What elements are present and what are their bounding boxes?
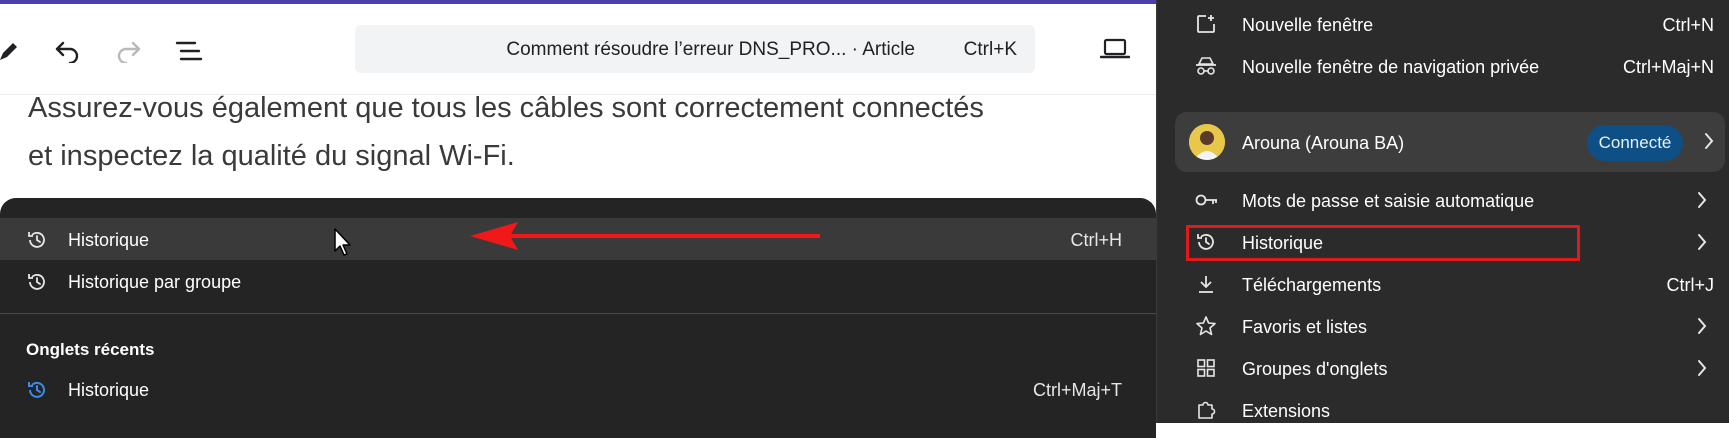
profile-name: Arouna (Arouna BA) xyxy=(1242,133,1405,153)
editor-toolbar: Comment résoudre l’erreur DNS_PRO... · A… xyxy=(0,4,1160,95)
history-icon xyxy=(26,229,48,251)
omnibox-shortcut: Ctrl+K xyxy=(963,39,1017,60)
puzzle-icon xyxy=(1195,399,1217,421)
menu-item-extensions[interactable]: Extensions xyxy=(1157,390,1729,430)
menu-item-label: Mots de passe et saisie automatique xyxy=(1242,191,1535,211)
redo-icon[interactable] xyxy=(112,34,146,68)
menu-item-shortcut: Ctrl+J xyxy=(1666,275,1714,295)
menu-item-label: Groupes d'onglets xyxy=(1242,359,1388,379)
pen-icon[interactable] xyxy=(0,34,26,68)
undo-icon[interactable] xyxy=(50,34,84,68)
article-body: Assurez-vous également que tous les câbl… xyxy=(28,84,1108,180)
history-blue-icon xyxy=(26,379,48,401)
avatar xyxy=(1189,124,1225,160)
menu-item-historique-par-groupe[interactable]: Historique par groupe xyxy=(0,260,1156,302)
star-icon xyxy=(1195,315,1217,337)
menu-item-new-private-window[interactable]: Nouvelle fenêtre de navigation privée Ct… xyxy=(1157,46,1729,86)
menu-item-label: Nouvelle fenêtre de navigation privée xyxy=(1242,57,1540,77)
menu-item-passwords[interactable]: Mots de passe et saisie automatique xyxy=(1157,180,1729,220)
menu-item-shortcut: Ctrl+N xyxy=(1662,15,1714,35)
mouse-cursor-icon xyxy=(334,228,354,263)
menu-item-recent-historique[interactable]: Historique Ctrl+Maj+T xyxy=(0,368,1156,410)
menu-item-label: Nouvelle fenêtre xyxy=(1242,15,1374,35)
menu-item-label: Historique par groupe xyxy=(68,272,242,292)
incognito-icon xyxy=(1195,55,1217,77)
browser-main-menu: Nouvelle fenêtre Ctrl+N Nouvelle fenêtre… xyxy=(1156,0,1729,423)
omnibox-title: Comment résoudre l’erreur DNS_PRO... · A… xyxy=(506,39,915,60)
chevron-right-icon xyxy=(1696,190,1708,215)
menu-item-label: Historique xyxy=(68,380,150,400)
download-icon xyxy=(1195,273,1217,295)
annotation-arrow-icon xyxy=(470,220,820,257)
chevron-right-icon xyxy=(1696,358,1708,383)
status-badge[interactable]: Connecté xyxy=(1587,125,1683,161)
menu-item-shortcut: Ctrl+Maj+N xyxy=(1622,57,1714,77)
menu-item-label: Historique xyxy=(68,230,150,250)
menu-item-shortcut: Ctrl+H xyxy=(1070,230,1122,250)
article-line-1: Assurez-vous également que tous les câbl… xyxy=(28,92,984,124)
menu-item-new-window[interactable]: Nouvelle fenêtre Ctrl+N xyxy=(1157,4,1729,44)
annotation-highlight-box xyxy=(1186,225,1580,261)
chevron-right-icon xyxy=(1696,316,1708,341)
key-icon xyxy=(1195,189,1217,211)
menu-item-shortcut: Ctrl+Maj+T xyxy=(1032,380,1122,400)
profile-card[interactable]: Arouna (Arouna BA) Connecté xyxy=(1175,112,1725,172)
search-omnibox[interactable]: Comment résoudre l’erreur DNS_PRO... · A… xyxy=(355,25,1035,73)
menu-item-favorites[interactable]: Favoris et listes xyxy=(1157,306,1729,346)
menu-divider xyxy=(0,313,1156,314)
article-line-2: et inspectez la qualité du signal Wi-Fi. xyxy=(28,140,515,172)
laptop-icon[interactable] xyxy=(1099,38,1131,65)
menu-item-label: Favoris et listes xyxy=(1242,317,1368,337)
menu-item-tab-groups[interactable]: Groupes d'onglets xyxy=(1157,348,1729,388)
chevron-right-icon xyxy=(1696,232,1708,257)
history-icon xyxy=(26,271,48,293)
section-title-recent-tabs: Onglets récents xyxy=(26,340,155,359)
chevron-right-icon xyxy=(1703,131,1715,156)
tab-groups-icon xyxy=(1195,357,1217,379)
menu-item-downloads[interactable]: Téléchargements Ctrl+J xyxy=(1157,264,1729,304)
menu-item-label: Téléchargements xyxy=(1242,275,1382,295)
new-window-icon xyxy=(1195,13,1217,35)
outline-menu-icon[interactable] xyxy=(172,34,206,68)
menu-item-label: Extensions xyxy=(1242,401,1331,421)
